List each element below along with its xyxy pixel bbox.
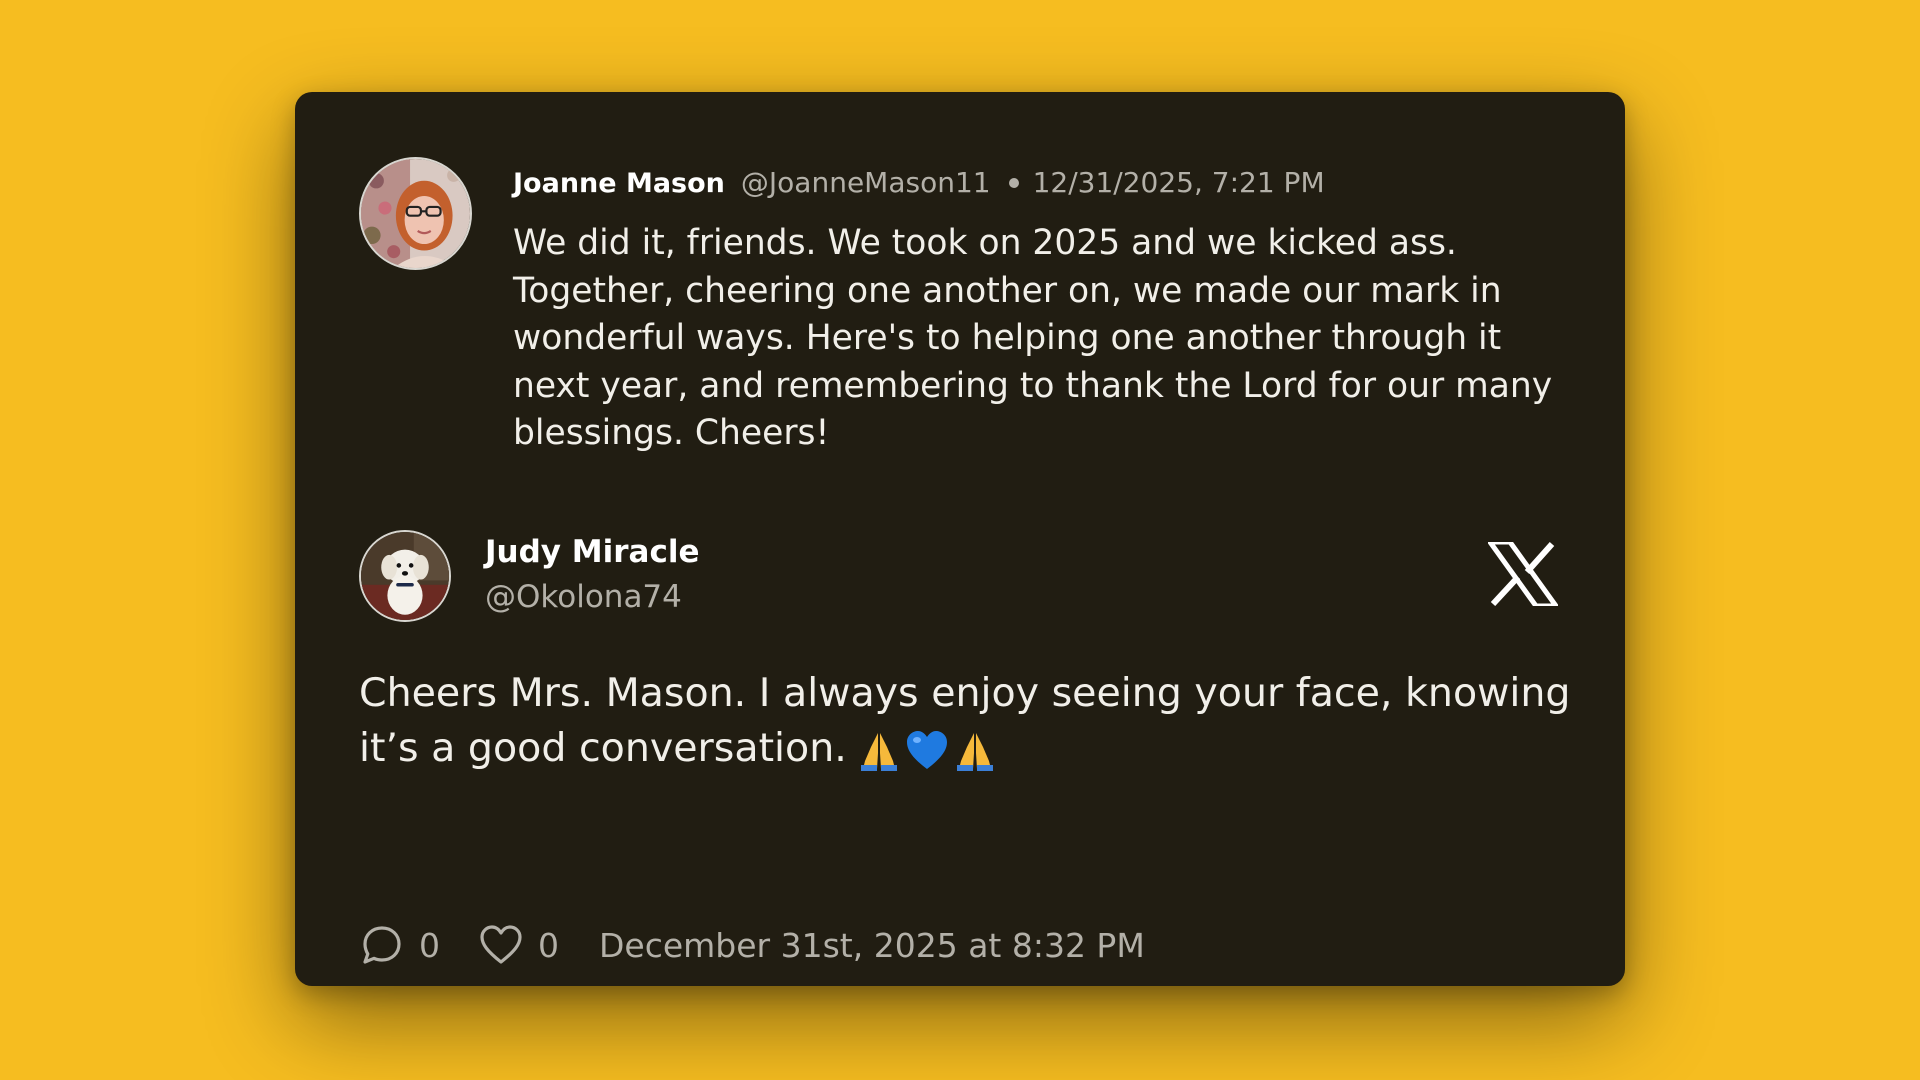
post-actions: 0 0 December 31st, 2025 at 8:32 PM: [359, 922, 1145, 968]
emoji-group: [857, 729, 997, 773]
parent-author-name[interactable]: Joanne Mason: [513, 168, 725, 199]
post-card: Joanne Mason @JoanneMason11 12/31/2025, …: [295, 92, 1625, 986]
reply-icon[interactable]: [359, 922, 405, 968]
x-logo-icon[interactable]: [1485, 539, 1561, 609]
parent-author-handle[interactable]: @JoanneMason11: [741, 166, 991, 199]
avatar-photo-dog: [361, 532, 449, 620]
folded-hands-icon: [860, 732, 897, 771]
separator-dot: [1008, 177, 1019, 188]
folded-hands-icon: [956, 732, 993, 771]
heart-icon[interactable]: [478, 922, 524, 968]
reply-author-name[interactable]: Judy Miracle: [485, 534, 700, 570]
parent-timestamp: 12/31/2025, 7:21 PM: [1032, 166, 1325, 199]
joanne-mason-avatar[interactable]: [359, 157, 472, 270]
reply-date[interactable]: December 31st, 2025 at 8:32 PM: [599, 926, 1145, 965]
blue-heart-icon: [906, 730, 947, 769]
like-count: 0: [538, 925, 559, 965]
reply-author-handle[interactable]: @Okolona74: [485, 579, 682, 615]
judy-miracle-avatar[interactable]: [359, 530, 451, 622]
parent-post-text: We did it, friends. We took on 2025 and …: [513, 223, 1553, 453]
reply-post-text: Cheers Mrs. Mason. I always enjoy seeing…: [359, 666, 1579, 776]
parent-post-header: Joanne Mason @JoanneMason11 12/31/2025, …: [513, 166, 1325, 199]
reply-count: 0: [419, 925, 440, 965]
avatar-photo-woman: [361, 159, 470, 268]
